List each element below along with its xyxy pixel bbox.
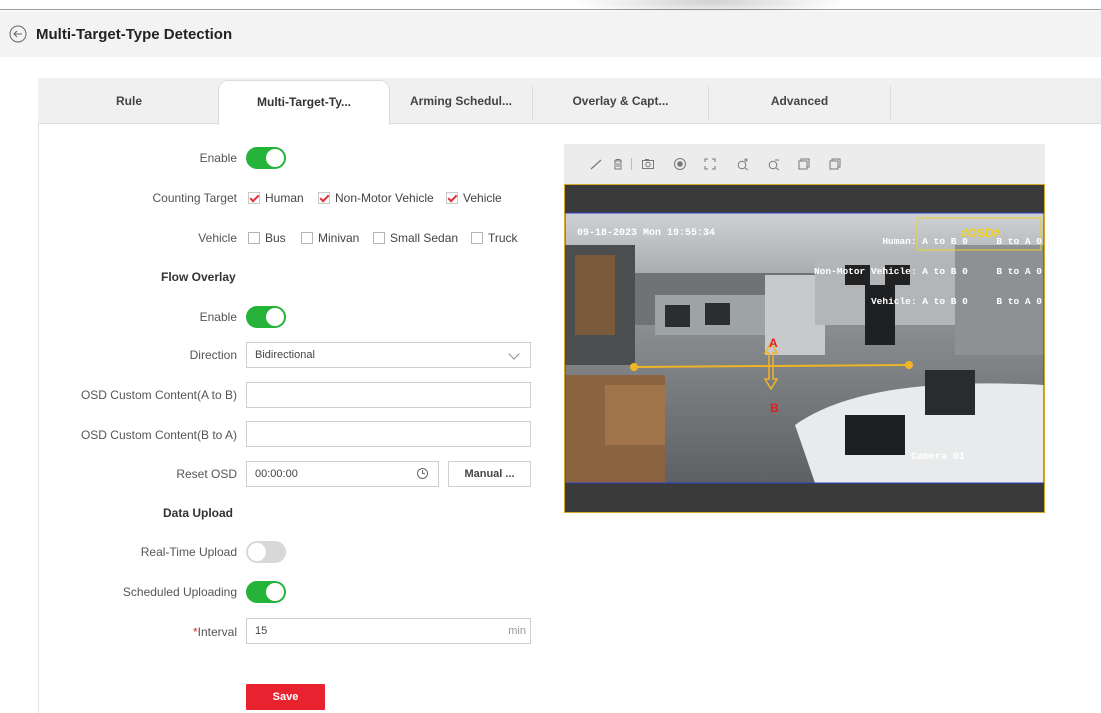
line-endpoint-left bbox=[630, 363, 638, 371]
osd-a-to-b-label: OSD Custom Content(A to B) bbox=[80, 388, 237, 402]
vehicle-label: Vehicle bbox=[198, 231, 237, 245]
reset-osd-label: Reset OSD bbox=[176, 467, 237, 481]
scheduled-uploading-label: Scheduled Uploading bbox=[122, 585, 237, 599]
line-label-a: A bbox=[769, 336, 778, 350]
tab-rule[interactable]: Rule bbox=[40, 80, 218, 124]
tab-separator bbox=[890, 86, 891, 120]
checkbox-label: Human bbox=[265, 191, 304, 205]
data-upload-heading: Data Upload bbox=[163, 506, 234, 520]
toggle-knob bbox=[248, 543, 266, 561]
counting-target-label: Counting Target bbox=[152, 191, 237, 205]
checkbox-box bbox=[248, 232, 260, 244]
direction-label: Direction bbox=[189, 348, 237, 362]
zoom-out-icon[interactable] bbox=[767, 157, 781, 171]
osd-line-non-motor: Non-Motor Vehicle: A to B 0 B to A 0 bbox=[813, 266, 1042, 277]
checkbox-truck[interactable]: Truck bbox=[471, 231, 518, 245]
interval-input[interactable]: 15 min bbox=[246, 618, 531, 644]
interval-value: 15 bbox=[255, 625, 268, 637]
top-border bbox=[0, 0, 1101, 10]
page-title: Multi-Target-Type Detection bbox=[36, 26, 233, 43]
delete-icon[interactable] bbox=[611, 157, 625, 171]
save-button[interactable]: Save bbox=[246, 684, 325, 710]
back-arrow-icon[interactable] bbox=[9, 25, 27, 43]
flow-enable-toggle[interactable] bbox=[246, 306, 286, 328]
direction-value: Bidirectional bbox=[255, 349, 315, 361]
checkbox-label: Minivan bbox=[318, 231, 360, 245]
zoom-in-icon[interactable] bbox=[736, 157, 750, 171]
clock-icon bbox=[417, 468, 428, 479]
flow-enable-label: Enable bbox=[199, 310, 237, 324]
checkbox-vehicle[interactable]: Vehicle bbox=[446, 191, 502, 205]
toggle-knob bbox=[266, 308, 284, 326]
checkbox-label: Truck bbox=[488, 231, 518, 245]
checkbox-box bbox=[248, 192, 260, 204]
tab-advanced[interactable]: Advanced bbox=[709, 80, 890, 124]
video-preview[interactable]: A B 09-18-2023 Mon 19:55:34 Human: A to … bbox=[564, 184, 1045, 513]
camera-name: Camera 01 bbox=[911, 452, 966, 463]
tab-overlay-capture[interactable]: Overlay & Capt... bbox=[533, 80, 708, 124]
checkbox-small-sedan[interactable]: Small Sedan bbox=[373, 231, 458, 245]
checkbox-box bbox=[301, 232, 313, 244]
record-icon[interactable] bbox=[673, 157, 687, 171]
toolbar-divider bbox=[631, 158, 632, 170]
toggle-knob bbox=[266, 149, 284, 167]
chevron-down-icon bbox=[508, 348, 520, 360]
osd-a-to-b-input[interactable] bbox=[246, 382, 531, 408]
window-icon[interactable] bbox=[797, 157, 811, 171]
direction-select[interactable]: Bidirectional bbox=[246, 342, 531, 368]
checkbox-bus[interactable]: Bus bbox=[248, 231, 286, 245]
line-label-b: B bbox=[770, 401, 779, 415]
enable-label: Enable bbox=[199, 151, 237, 165]
osd-b-to-a-label: OSD Custom Content(B to A) bbox=[80, 428, 237, 442]
checkbox-box bbox=[471, 232, 483, 244]
checkbox-non-motor-vehicle[interactable]: Non-Motor Vehicle bbox=[318, 191, 434, 205]
reset-osd-value: 00:00:00 bbox=[255, 468, 298, 480]
checkbox-label: Bus bbox=[265, 231, 286, 245]
tab-arming-schedule[interactable]: Arming Schedul... bbox=[390, 80, 532, 124]
capture-icon[interactable] bbox=[641, 157, 655, 171]
video-timestamp: 09-18-2023 Mon 19:55:34 bbox=[577, 228, 716, 239]
flow-overlay-heading: Flow Overlay bbox=[161, 270, 236, 284]
enable-toggle[interactable] bbox=[246, 147, 286, 169]
fullscreen-icon[interactable] bbox=[703, 157, 717, 171]
manual-reset-button[interactable]: Manual ... bbox=[448, 461, 531, 487]
video-osd-counts: Human: A to B 0 B to A 0 Non-Motor Vehic… bbox=[777, 217, 1042, 327]
osd-line-human: Human: A to B 0 B to A 0 bbox=[882, 236, 1042, 247]
checkbox-box bbox=[446, 192, 458, 204]
realtime-upload-toggle[interactable] bbox=[246, 541, 286, 563]
checkbox-label: Small Sedan bbox=[390, 231, 459, 245]
reset-osd-time-input[interactable]: 00:00:00 bbox=[246, 461, 439, 487]
tab-multi-target-type[interactable]: Multi-Target-Ty... bbox=[218, 80, 390, 125]
content-border bbox=[38, 124, 39, 713]
interval-label-text: Interval bbox=[197, 625, 237, 639]
toggle-knob bbox=[266, 583, 284, 601]
checkbox-box bbox=[373, 232, 385, 244]
checkbox-label: Vehicle bbox=[463, 191, 502, 205]
page-header: Multi-Target-Type Detection bbox=[0, 11, 1101, 57]
osd-line-vehicle: Vehicle: A to B 0 B to A 0 bbox=[870, 296, 1042, 307]
osd-tag: #OSD# bbox=[961, 226, 1001, 240]
checkbox-box bbox=[318, 192, 330, 204]
line-endpoint-right bbox=[905, 361, 913, 369]
interval-unit: min bbox=[508, 625, 526, 637]
realtime-upload-label: Real-Time Upload bbox=[140, 545, 237, 559]
draw-line-icon[interactable] bbox=[589, 157, 603, 171]
checkbox-label: Non-Motor Vehicle bbox=[335, 191, 434, 205]
checkbox-human[interactable]: Human bbox=[248, 191, 304, 205]
interval-label: *Interval bbox=[193, 625, 237, 639]
video-toolbar bbox=[564, 144, 1045, 184]
window-restore-icon[interactable] bbox=[828, 157, 842, 171]
checkbox-minivan[interactable]: Minivan bbox=[301, 231, 359, 245]
osd-b-to-a-input[interactable] bbox=[246, 421, 531, 447]
scheduled-uploading-toggle[interactable] bbox=[246, 581, 286, 603]
